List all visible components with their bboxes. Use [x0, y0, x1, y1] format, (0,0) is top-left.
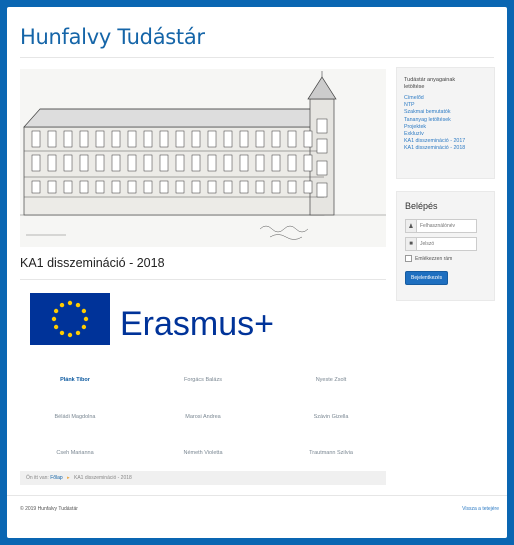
participant-name[interactable]: Béládi Magdolna — [20, 414, 130, 420]
participant-name[interactable]: Cseh Marianna — [20, 450, 130, 456]
downloads-link[interactable]: Szakmai bemutatók — [404, 109, 494, 116]
login-button[interactable]: Bejelentkezés — [405, 271, 449, 285]
eu-star-icon — [67, 332, 73, 338]
participant-name[interactable]: Marosi Andrea — [148, 414, 258, 420]
school-building-illustration — [20, 69, 386, 247]
eu-star-icon — [53, 308, 59, 314]
eu-star-icon — [81, 324, 87, 330]
back-to-top-link[interactable]: Vissza a tetejére — [462, 506, 499, 512]
downloads-link[interactable]: KA1 disszemináció - 2017 — [404, 138, 494, 145]
username-input[interactable] — [417, 222, 476, 230]
participant-name[interactable]: Nyeste Zsolt — [276, 377, 386, 383]
participant-name[interactable]: Forgács Balázs — [148, 377, 258, 383]
participant-name[interactable]: Németh Violetta — [148, 450, 258, 456]
eu-star-icon — [83, 316, 89, 322]
article-divider — [20, 279, 386, 280]
participant-name[interactable]: Szávin Gizella — [276, 414, 386, 420]
user-icon: ♟ — [406, 220, 417, 232]
password-input[interactable] — [417, 240, 476, 248]
remember-me-label: Emlékezzen rám — [415, 255, 453, 262]
downloads-link[interactable]: NTP — [404, 102, 494, 109]
eu-star-icon — [67, 300, 73, 306]
breadcrumb-separator-icon: ▸ — [67, 475, 70, 481]
password-field: ■ — [405, 237, 477, 251]
downloads-link[interactable]: Címelőd — [404, 95, 494, 102]
breadcrumb-prefix: Ön itt van: — [26, 475, 49, 481]
footer-copyright: © 2019 Hunfalvy Tudástár — [20, 506, 78, 512]
eu-star-icon — [75, 302, 81, 308]
eu-star-icon — [59, 302, 65, 308]
erasmus-plus-logo-text: Erasmus+ — [120, 305, 274, 343]
footer-divider — [7, 495, 507, 496]
lock-icon: ■ — [406, 238, 417, 250]
page: Hunfalvy Tudástár KA1 disszemináció - 20… — [7, 7, 507, 538]
eu-star-icon — [81, 308, 87, 314]
eu-star-icon — [51, 316, 57, 322]
login-module: Belépés ♟ ■ Emlékezzen rám Bejelentkezés — [396, 191, 495, 301]
downloads-link[interactable]: KA1 disszemináció - 2018 — [404, 145, 494, 152]
login-heading: Belépés — [405, 201, 438, 211]
site-title[interactable]: Hunfalvy Tudástár — [20, 25, 205, 49]
eu-star-icon — [53, 324, 59, 330]
eu-star-icon — [59, 330, 65, 336]
breadcrumb: Ön itt van: Főlap ▸ KA1 disszemináció - … — [20, 471, 386, 485]
downloads-link[interactable]: Projektek — [404, 124, 494, 131]
erasmus-plus-logo: Erasmus+ — [30, 289, 290, 349]
breadcrumb-current: KA1 disszemináció - 2018 — [74, 475, 132, 481]
downloads-heading: Tudástár anyagainak letöltése — [404, 77, 456, 90]
breadcrumb-home-link[interactable]: Főlap — [50, 475, 63, 481]
downloads-link[interactable]: Tananyag letöltések — [404, 117, 494, 124]
username-field: ♟ — [405, 219, 477, 233]
header-divider — [20, 57, 494, 58]
downloads-link[interactable]: Exkluzív — [404, 131, 494, 138]
participant-name[interactable]: Plánk Tibor — [20, 377, 130, 383]
remember-me: Emlékezzen rám — [405, 255, 494, 262]
downloads-module: Tudástár anyagainak letöltése Címelőd NT… — [396, 67, 495, 179]
remember-me-checkbox[interactable] — [405, 255, 412, 262]
participant-name[interactable]: Trautmann Szilvia — [276, 450, 386, 456]
article-title: KA1 disszemináció - 2018 — [20, 256, 165, 270]
eu-star-icon — [75, 330, 81, 336]
